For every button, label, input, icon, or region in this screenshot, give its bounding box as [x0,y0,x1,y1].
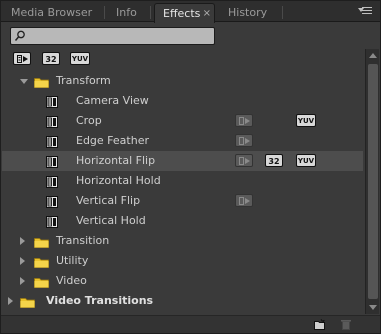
tab-label: History [228,6,268,19]
tree-effect-row[interactable]: Camera View [2,91,363,111]
tree-item-label: Camera View [76,94,149,107]
tree-item-label: Horizontal Hold [76,174,161,187]
folder-icon [34,235,49,248]
video-effect-icon [46,215,58,228]
tab-label: Effects [163,7,201,20]
yuv-filter[interactable]: YUV [70,52,90,65]
tree-effect-row[interactable]: Crop YUV [2,111,363,131]
tab-label: Media Browser [11,6,93,19]
tree-effect-row[interactable]: Horizontal Flip 32 YUV [2,151,363,171]
disclosure-expanded-icon[interactable] [20,79,28,84]
tab-history[interactable]: History [220,3,280,22]
disclosure-collapsed-icon[interactable] [20,237,25,245]
scrollbar-thumb[interactable] [368,64,378,299]
tree-folder-row[interactable]: Utility [2,251,363,271]
yuv-badge: YUV [296,154,316,167]
accelerated-icon [239,157,250,165]
tree-folder-row[interactable]: Transition [2,231,363,251]
32-bit-badge: 32 [265,154,283,167]
32-bit-color-filter[interactable]: 32 [42,52,60,65]
accelerated-icon [239,197,250,205]
tree-item-label: Horizontal Flip [76,154,156,167]
new-custom-bin-icon[interactable] [314,319,326,330]
tree-effect-row[interactable]: Vertical Hold [2,211,363,231]
vertical-scrollbar[interactable] [365,49,379,314]
search-input[interactable] [27,29,213,43]
accelerated-badge [235,114,253,127]
search-field[interactable] [10,27,215,45]
tree-item-label: Crop [76,114,102,127]
tab-effects[interactable]: Effects × [154,3,215,23]
disclosure-collapsed-icon[interactable] [20,277,25,285]
search-icon [14,30,25,41]
tab-media-browser[interactable]: Media Browser [3,3,102,22]
tab-info[interactable]: Info [108,3,148,22]
tab-bar: Media Browser Info Effects × History [1,1,380,23]
scroll-up-icon[interactable] [369,53,377,58]
delete-icon[interactable] [340,319,352,330]
tree-item-label: Transform [56,74,111,87]
tree-item-label: Transition [56,234,110,247]
accelerated-icon [239,117,250,125]
tree-effect-row[interactable]: Horizontal Hold [2,171,363,191]
accelerated-badge [235,134,253,147]
accelerated-badge [235,154,253,167]
yuv-badge: YUV [296,114,316,127]
panel-menu-button[interactable] [358,6,372,16]
folder-icon [20,295,35,308]
tree-item-label: Video Transitions [46,294,154,307]
accelerated-effects-filter[interactable] [13,52,31,65]
tab-separator [282,6,283,19]
video-effect-icon [46,135,58,148]
tree-effect-row[interactable]: Edge Feather [2,131,363,151]
close-icon[interactable]: × [203,4,211,23]
tree-effect-row[interactable]: Vertical Flip [2,191,363,211]
video-effect-icon [46,115,58,128]
folder-icon [34,275,49,288]
video-effect-icon [46,195,58,208]
scroll-down-icon[interactable] [369,305,377,310]
tab-label: Info [116,6,137,19]
tree-item-label: Video [56,274,87,287]
disclosure-collapsed-icon[interactable] [8,297,13,305]
effects-panel: Media Browser Info Effects × History 32 … [0,0,381,334]
tree-item-label: Utility [56,254,89,267]
tree-item-label: Vertical Hold [76,214,146,227]
accelerated-icon [17,55,28,63]
accelerated-badge [235,194,253,207]
tree-folder-row[interactable]: Video Transitions [2,291,363,311]
tab-separator [150,6,151,19]
tree-item-label: Vertical Flip [76,194,141,207]
panel-footer [1,315,380,333]
video-effect-icon [46,95,58,108]
tree-folder-row[interactable]: Video [2,271,363,291]
accelerated-icon [239,137,250,145]
video-effect-icon [46,155,58,168]
disclosure-collapsed-icon[interactable] [20,257,25,265]
video-effect-icon [46,175,58,188]
tree-item-label: Edge Feather [76,134,149,147]
effects-tree: Transform Camera View Crop YUV Edge Feather H… [2,71,363,316]
folder-icon [34,75,49,88]
tree-folder-row[interactable]: Transform [2,71,363,91]
folder-icon [34,255,49,268]
tab-separator [104,6,105,19]
